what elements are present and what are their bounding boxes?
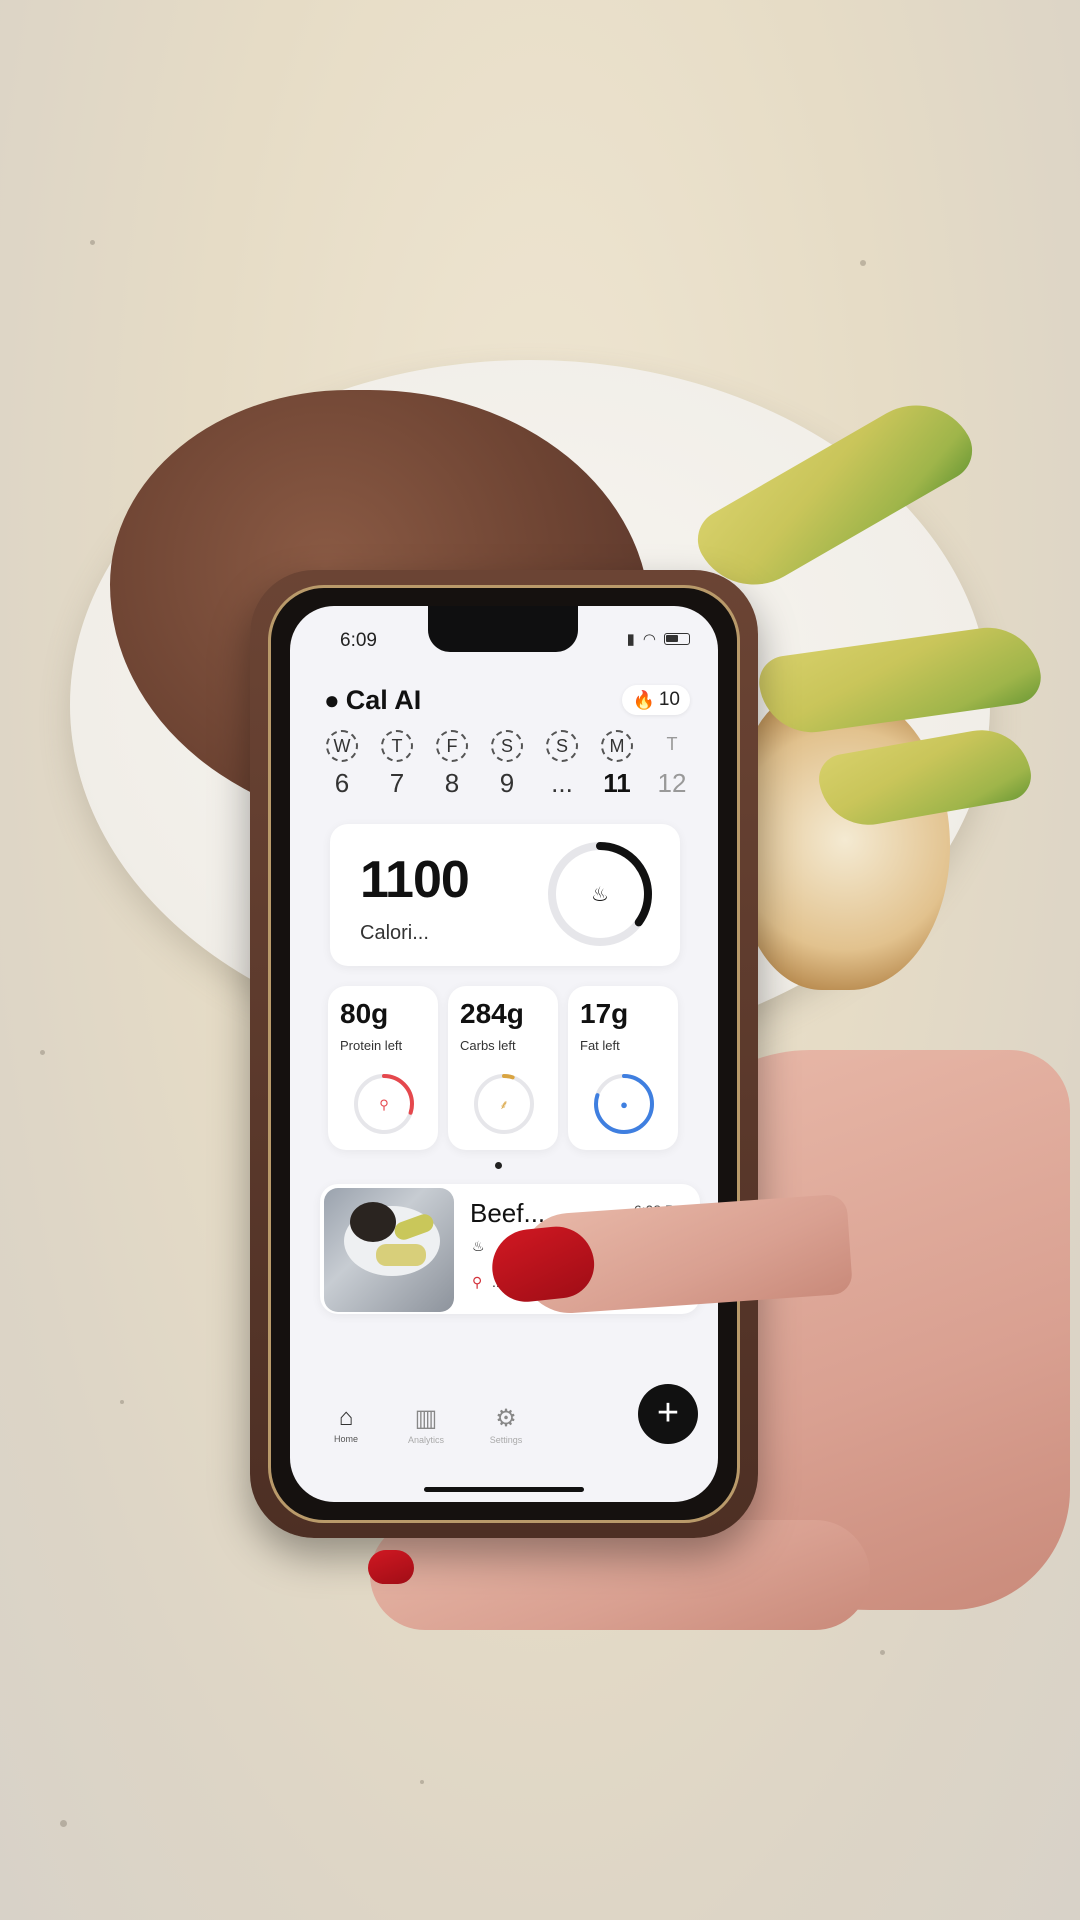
day-date: 12 [657, 768, 687, 798]
day-date: ... [551, 768, 573, 798]
drumstick-icon: ⚲ [472, 1274, 483, 1290]
day-wed[interactable]: W6 [320, 730, 364, 799]
meal-name: Beef... [470, 1198, 546, 1228]
notch [428, 606, 578, 652]
day-date: 7 [389, 768, 405, 798]
tab-analytics[interactable]: ▥ Analytics [386, 1404, 466, 1445]
calories-label: Calori... [360, 922, 429, 944]
meal-photo [324, 1188, 454, 1312]
page-indicator-dot[interactable] [495, 1162, 502, 1169]
signal-icon: ▮ [626, 631, 635, 648]
week-selector: W6 T7 F8 S9 S... M 11 T 12 [320, 730, 694, 799]
carbs-value: 284g [460, 998, 524, 1029]
protein-ring: ⚲ [354, 1074, 414, 1134]
protein-card[interactable]: 80g Protein left ⚲ [328, 986, 438, 1150]
tab-settings[interactable]: ⚙ Settings [466, 1404, 546, 1445]
tab-label: Home [333, 1434, 358, 1444]
fat-card[interactable]: 17g Fat left ● [568, 986, 678, 1150]
fat-value: 17g [580, 998, 629, 1029]
wifi-icon: ◠ [642, 631, 656, 648]
status-time: 6:09 [340, 630, 377, 651]
day-fri[interactable]: F8 [430, 730, 474, 799]
day-date: 9 [499, 768, 515, 798]
day-thu[interactable]: T7 [375, 730, 419, 799]
app-title: Cal AI [345, 684, 422, 715]
day-letter: F [436, 730, 468, 762]
day-letter: T [666, 734, 678, 754]
streak-count: 10 [658, 689, 680, 710]
day-letter: M [601, 730, 633, 762]
day-date: 11 [603, 768, 631, 798]
calories-ring: ♨ [548, 842, 652, 946]
bar-chart-icon: ▥ [414, 1405, 438, 1432]
day-letter: T [381, 730, 413, 762]
carbs-ring: ⸙ [474, 1074, 534, 1134]
fat-ring: ● [594, 1074, 654, 1134]
flame-icon: ♨ [591, 884, 609, 906]
protein-label: Protein left [340, 1038, 403, 1053]
home-indicator [424, 1487, 584, 1492]
day-letter: S [546, 730, 578, 762]
apple-logo-icon: ● [324, 684, 340, 715]
phone-screen: 6:09 ▮ ◠ ● Cal AI 🔥 10 W6 T7 F8 S9 S... … [290, 606, 718, 1502]
calories-card[interactable]: 1100 Calori... ♨ [330, 824, 680, 966]
add-meal-button[interactable]: + [638, 1384, 698, 1444]
red-nail-photo [368, 1550, 414, 1584]
day-tue[interactable]: T 12 [650, 730, 694, 799]
calories-value: 1100 [360, 851, 470, 909]
day-date: 6 [334, 768, 350, 798]
flame-icon: ♨ [472, 1238, 485, 1254]
carbs-card[interactable]: 284g Carbs left ⸙ [448, 986, 558, 1150]
day-sat[interactable]: S9 [485, 730, 529, 799]
flame-icon: 🔥 [632, 689, 655, 710]
battery-icon [664, 633, 690, 645]
tab-home[interactable]: ⌂ Home [306, 1404, 386, 1444]
droplet-icon: ● [620, 1097, 628, 1112]
day-sun[interactable]: S... [540, 730, 584, 799]
day-letter: S [491, 730, 523, 762]
day-mon-selected[interactable]: M 11 [595, 730, 639, 799]
tab-bar: ⌂ Home ▥ Analytics ⚙ Settings + [290, 1362, 718, 1502]
home-icon: ⌂ [338, 1404, 354, 1431]
drumstick-icon: ⚲ [379, 1097, 389, 1112]
tab-label: Analytics [407, 1435, 444, 1445]
carbs-label: Carbs left [460, 1038, 516, 1053]
day-date: 8 [444, 768, 460, 798]
fat-label: Fat left [580, 1038, 620, 1053]
tab-label: Settings [489, 1435, 523, 1445]
gear-icon: ⚙ [495, 1405, 517, 1432]
protein-value: 80g [340, 998, 389, 1029]
streak-badge[interactable]: 🔥 10 [622, 685, 690, 715]
app-header: ● Cal AI 🔥 10 [324, 682, 690, 718]
status-icons: ▮ ◠ [627, 630, 690, 648]
day-letter: W [326, 730, 358, 762]
wheat-icon: ⸙ [499, 1097, 509, 1112]
